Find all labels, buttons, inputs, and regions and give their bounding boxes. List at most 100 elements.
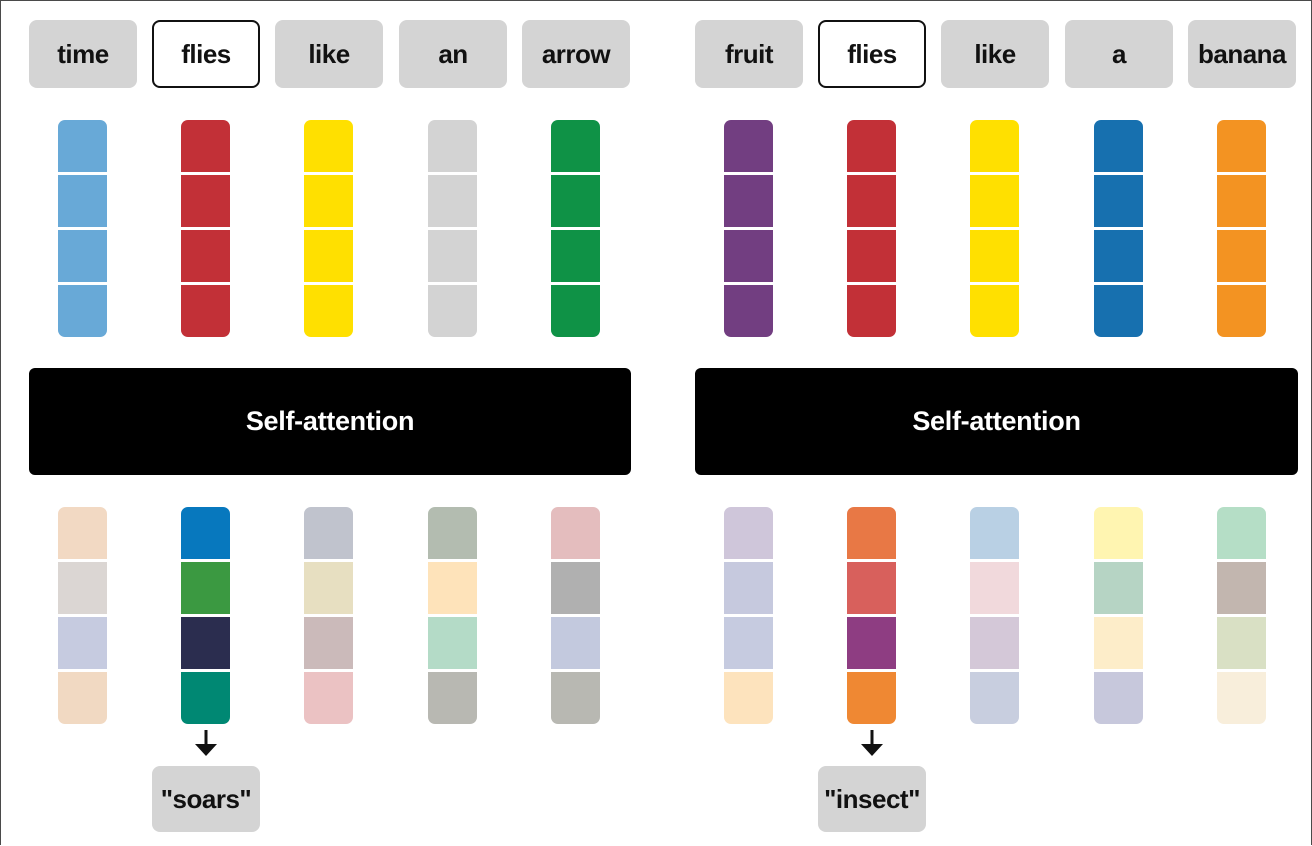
vector-cell — [970, 507, 1019, 559]
contextual-vector — [1094, 507, 1143, 724]
vector-cell — [304, 230, 353, 282]
vector-cell — [1094, 175, 1143, 227]
contextual-vector — [970, 507, 1019, 724]
contextual-vector — [847, 507, 896, 724]
vector-cell — [1094, 672, 1143, 724]
vector-cell — [428, 120, 477, 172]
vector-cell — [1217, 120, 1266, 172]
token-a: a — [1065, 20, 1173, 88]
vector-cell — [304, 672, 353, 724]
token-flies: flies — [152, 20, 260, 88]
vector-cell — [551, 562, 600, 614]
embedding-vector — [181, 120, 230, 337]
vector-cell — [724, 285, 773, 337]
arrow-down-icon — [861, 730, 883, 756]
vector-cell — [304, 120, 353, 172]
vector-cell — [1217, 617, 1266, 669]
vector-cell — [1094, 617, 1143, 669]
vector-cell — [847, 617, 896, 669]
vector-cell — [551, 617, 600, 669]
vector-cell — [428, 175, 477, 227]
vector-cell — [847, 175, 896, 227]
vector-cell — [551, 672, 600, 724]
embedding-vector — [58, 120, 107, 337]
embedding-vector — [428, 120, 477, 337]
vector-cell — [724, 562, 773, 614]
vector-cell — [847, 285, 896, 337]
arrow-down-icon — [195, 730, 217, 756]
vector-cell — [58, 120, 107, 172]
contextual-vector — [724, 507, 773, 724]
vector-cell — [304, 175, 353, 227]
vector-cell — [58, 285, 107, 337]
vector-cell — [1217, 230, 1266, 282]
vector-cell — [428, 230, 477, 282]
vector-cell — [847, 230, 896, 282]
vector-cell — [970, 285, 1019, 337]
embedding-vector — [724, 120, 773, 337]
vector-cell — [551, 285, 600, 337]
embedding-vector — [304, 120, 353, 337]
output-label-insect: "insect" — [818, 766, 926, 832]
vector-cell — [724, 672, 773, 724]
vector-cell — [181, 507, 230, 559]
token-arrow: arrow — [522, 20, 630, 88]
vector-cell — [724, 230, 773, 282]
vector-cell — [724, 617, 773, 669]
vector-cell — [58, 507, 107, 559]
vector-cell — [428, 617, 477, 669]
vector-cell — [1094, 230, 1143, 282]
vector-cell — [1094, 562, 1143, 614]
vector-cell — [181, 120, 230, 172]
token-fruit: fruit — [695, 20, 803, 88]
embedding-vector — [970, 120, 1019, 337]
vector-cell — [181, 617, 230, 669]
vector-cell — [1217, 672, 1266, 724]
token-like: like — [941, 20, 1049, 88]
embedding-vector — [1217, 120, 1266, 337]
vector-cell — [181, 175, 230, 227]
vector-cell — [181, 230, 230, 282]
vector-cell — [724, 507, 773, 559]
contextual-vector — [181, 507, 230, 724]
vector-cell — [58, 562, 107, 614]
contextual-vector — [304, 507, 353, 724]
vector-cell — [304, 562, 353, 614]
vector-cell — [304, 507, 353, 559]
embedding-vector — [847, 120, 896, 337]
vector-cell — [970, 120, 1019, 172]
vector-cell — [58, 617, 107, 669]
vector-cell — [847, 507, 896, 559]
vector-cell — [1094, 507, 1143, 559]
vector-cell — [1217, 507, 1266, 559]
vector-cell — [428, 507, 477, 559]
embedding-vector — [551, 120, 600, 337]
contextual-vector — [1217, 507, 1266, 724]
vector-cell — [181, 562, 230, 614]
vector-cell — [551, 120, 600, 172]
token-an: an — [399, 20, 507, 88]
vector-cell — [304, 285, 353, 337]
vector-cell — [58, 230, 107, 282]
token-like: like — [275, 20, 383, 88]
token-time: time — [29, 20, 137, 88]
vector-cell — [970, 617, 1019, 669]
vector-cell — [551, 230, 600, 282]
contextual-vector — [428, 507, 477, 724]
token-banana: banana — [1188, 20, 1296, 88]
vector-cell — [58, 672, 107, 724]
self-attention-block: Self-attention — [695, 368, 1298, 475]
vector-cell — [1094, 285, 1143, 337]
vector-cell — [428, 562, 477, 614]
vector-cell — [724, 120, 773, 172]
vector-cell — [970, 562, 1019, 614]
vector-cell — [304, 617, 353, 669]
contextual-vector — [551, 507, 600, 724]
vector-cell — [724, 175, 773, 227]
vector-cell — [181, 285, 230, 337]
vector-cell — [847, 672, 896, 724]
vector-cell — [1217, 175, 1266, 227]
vector-cell — [58, 175, 107, 227]
vector-cell — [1217, 562, 1266, 614]
contextual-vector — [58, 507, 107, 724]
